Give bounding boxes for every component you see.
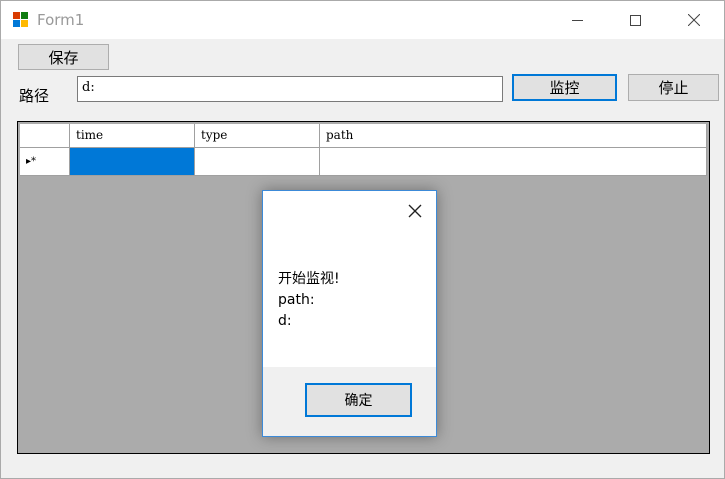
grid-cell-type[interactable]: [195, 148, 320, 176]
maximize-button[interactable]: [612, 1, 658, 39]
path-input[interactable]: d:: [77, 76, 503, 102]
new-row-indicator[interactable]: ▸*: [20, 148, 70, 176]
close-icon: [688, 14, 700, 26]
path-label: 路径: [19, 87, 50, 105]
grid-header: time type path: [20, 124, 707, 148]
close-button[interactable]: [671, 1, 717, 39]
window-title: Form1: [37, 11, 85, 29]
dialog-footer: 确定: [263, 367, 436, 436]
column-header-path[interactable]: path: [320, 124, 707, 148]
minimize-button[interactable]: [554, 1, 600, 39]
column-header-type[interactable]: type: [195, 124, 320, 148]
monitor-button[interactable]: 监控: [512, 74, 617, 101]
dialog-close-button[interactable]: [408, 203, 424, 219]
grid-cell-path[interactable]: [320, 148, 707, 176]
ok-button[interactable]: 确定: [305, 383, 412, 417]
column-header-time[interactable]: time: [70, 124, 195, 148]
minimize-icon: [571, 19, 583, 21]
grid-corner-header[interactable]: [20, 124, 70, 148]
dialog-message: 开始监视! path: d:: [278, 271, 340, 329]
stop-button[interactable]: 停止: [628, 74, 719, 101]
main-window: Form1 保存 路径 d: 监控 停止 time type path ▸* 开…: [0, 0, 725, 479]
title-bar[interactable]: Form1: [1, 1, 724, 39]
save-button[interactable]: 保存: [18, 44, 109, 70]
winforms-app-icon: [13, 12, 29, 28]
grid-cell-time[interactable]: [70, 148, 195, 176]
message-box: 开始监视! path: d: 确定: [262, 190, 437, 437]
close-icon: [408, 204, 422, 218]
maximize-icon: [629, 14, 641, 26]
table-row[interactable]: ▸*: [20, 148, 707, 176]
